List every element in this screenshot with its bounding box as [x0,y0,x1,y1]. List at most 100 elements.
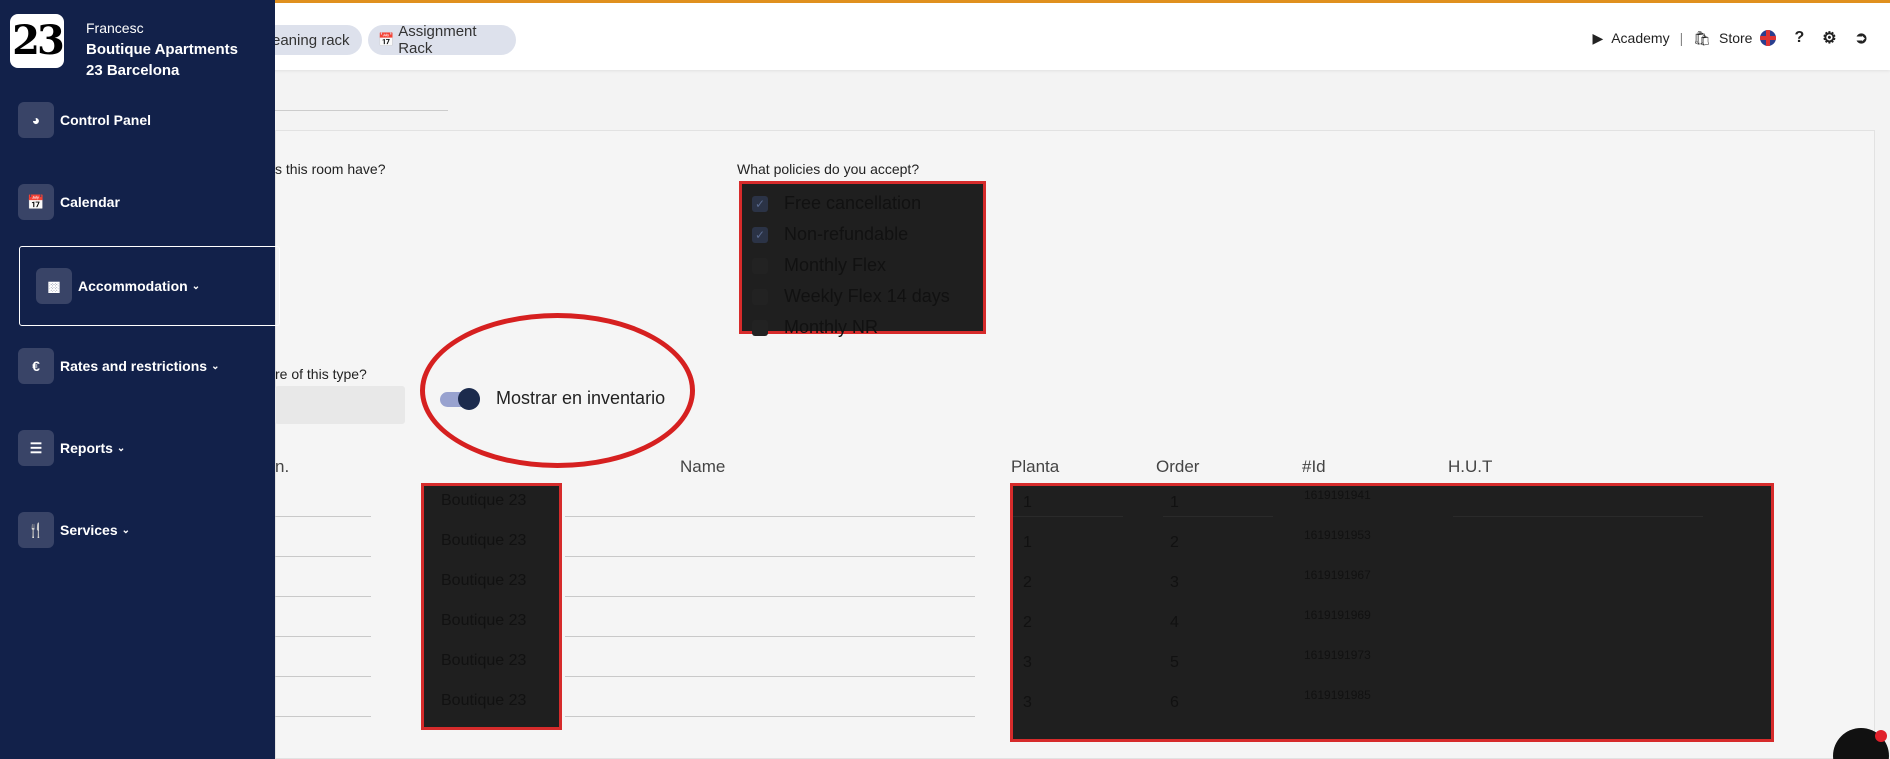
room-name-input[interactable]: Boutique 23 [424,692,559,732]
building-icon: ▩ [36,268,72,304]
user-name: Francesc [86,20,144,36]
room-id: 1619191985 [1304,688,1371,702]
org-name-line2: 23 Barcelona [86,62,180,79]
sidebar-item-control-panel[interactable]: ◕ Control Panel [18,102,151,138]
pie-chart-icon: ◕ [18,102,54,138]
room-names-column: Boutique 23 Boutique 23 Boutique 23 Bout… [421,483,562,730]
store-link[interactable]: Store [1719,30,1752,46]
row-divider [275,676,371,677]
col-header-name: Name [680,457,726,476]
list-icon: ☰ [18,430,54,466]
room-features-question: s this room have? [275,161,386,177]
policy-option[interactable]: ✓ Free cancellation [752,188,983,219]
col-header-hut: H.U.T [1448,457,1493,476]
order-input[interactable]: 6 [1170,694,1179,712]
user-info: Francesc Boutique Apartments 23 Barcelon… [86,18,238,81]
order-input[interactable]: 3 [1170,574,1179,592]
policies-question: What policies do you accept? [737,161,920,177]
academy-link[interactable]: Academy [1611,30,1669,46]
room-name-input[interactable]: Boutique 23 [424,532,559,572]
top-right-menu: ▶ Academy | 🛍 Store ? ⚙ ➲ [1592,28,1868,48]
youtube-icon: ▶ [1592,29,1604,46]
room-id: 1619191941 [1304,488,1371,502]
brand-logo[interactable]: 23 [10,14,65,68]
room-id: 1619191969 [1304,608,1371,622]
sidebar-item-accommodation[interactable]: ▩ Accommodation ⌄ [19,246,280,326]
uk-flag-icon[interactable] [1760,30,1777,46]
chevron-down-icon: ⌄ [121,524,130,536]
checkbox[interactable] [752,319,768,336]
quantity-input[interactable] [275,386,405,424]
toggle-knob [458,388,480,410]
room-id: 1619191953 [1304,528,1371,542]
cleaning-rack-label: eaning rack [272,31,350,49]
row-divider [565,716,975,717]
separator: | [1679,30,1684,46]
row-divider [565,636,975,637]
gear-icon[interactable]: ⚙ [1822,28,1836,48]
notification-dot [1875,730,1887,742]
planta-input[interactable]: 2 [1023,574,1032,592]
col-header-planta: Planta [1011,457,1060,476]
chevron-down-icon: ⌄ [116,442,126,454]
assignment-rack-button[interactable]: 📅 Assignment Rack [368,23,516,57]
room-id: 1619191967 [1304,568,1371,582]
tab-underline [275,110,448,111]
col-header-order: Order [1156,457,1200,476]
planta-input[interactable]: 1 [1023,534,1032,552]
policy-option[interactable]: Monthly Flex [752,250,983,281]
policies-list: ✓ Free cancellation ✓ Non-refundable Month… [739,181,986,337]
help-icon[interactable]: ? [1794,29,1804,47]
sidebar-item-services[interactable]: 🍴 Services ⌄ [18,512,130,548]
planta-input[interactable]: 3 [1023,694,1032,712]
room-name-input[interactable]: Boutique 23 [424,612,559,652]
col-header-id: #Id [1302,457,1326,476]
row-divider [1453,516,1703,517]
row-divider [1013,516,1123,517]
row-divider [275,596,371,597]
row-divider [275,556,371,557]
checkbox-checked[interactable]: ✓ [752,195,768,212]
checkbox[interactable] [752,257,768,274]
logout-icon[interactable]: ➲ [1855,28,1868,48]
policy-option[interactable]: Weekly Flex 14 days [752,281,983,312]
calendar-icon: 📅 [378,32,395,47]
order-input[interactable]: 5 [1170,654,1179,672]
utensils-icon: 🍴 [18,512,54,548]
row-divider [1163,516,1273,517]
sidebar-item-rates[interactable]: € Rates and restrictions ⌄ [18,348,219,384]
room-id: 1619191973 [1304,648,1371,662]
sidebar-item-reports[interactable]: ☰ Reports ⌄ [18,430,125,466]
row-divider [275,636,371,637]
policy-option[interactable]: Monthly NR [752,312,983,343]
chevron-down-icon: ⌄ [211,360,220,372]
policy-option[interactable]: ✓ Non-refundable [752,219,983,250]
planta-input[interactable]: 3 [1023,654,1032,672]
order-input[interactable]: 1 [1170,494,1179,512]
order-input[interactable]: 2 [1170,534,1179,552]
row-divider [565,596,975,597]
chevron-down-icon: ⌄ [191,280,201,292]
order-input[interactable]: 4 [1170,614,1179,632]
row-divider [275,516,371,517]
sidebar-item-calendar[interactable]: 📅 Calendar [18,184,120,220]
room-name-input[interactable]: Boutique 23 [424,572,559,612]
row-divider [565,676,975,677]
room-name-input[interactable]: Boutique 23 [424,492,559,532]
room-name-input[interactable]: Boutique 23 [424,652,559,692]
calendar-icon: 📅 [18,184,54,220]
assignment-rack-label: Assignment Rack [398,23,477,57]
planta-input[interactable]: 2 [1023,614,1032,632]
inventory-toggle-label: Mostrar en inventario [496,388,666,408]
inventory-toggle[interactable] [440,388,480,410]
room-type-question: re of this type? [275,366,367,382]
row-divider [565,556,975,557]
room-details-block: 1 1 1619191941 1 2 1619191953 2 3 161919… [1010,483,1774,742]
bag-icon: 🛍 [1693,29,1711,46]
checkbox[interactable] [752,288,768,305]
row-divider [565,516,975,517]
row-divider [275,716,371,717]
euro-icon: € [18,348,54,384]
checkbox-checked[interactable]: ✓ [752,226,768,243]
planta-input[interactable]: 1 [1023,494,1032,512]
